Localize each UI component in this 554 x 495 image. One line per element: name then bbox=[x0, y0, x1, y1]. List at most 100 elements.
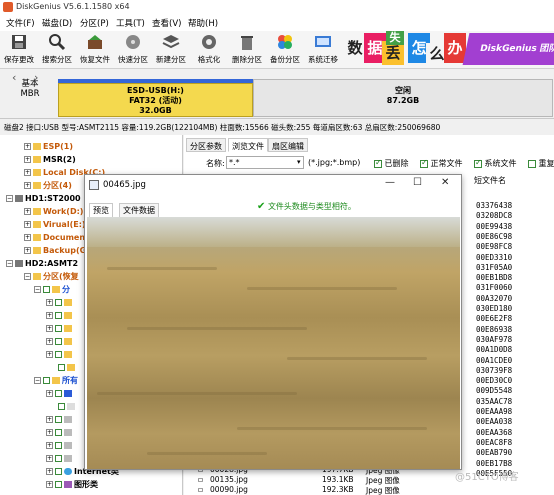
tree-checkbox[interactable] bbox=[55, 442, 62, 449]
maximize-icon[interactable]: ☐ bbox=[413, 177, 422, 188]
collapse-icon[interactable]: − bbox=[34, 286, 41, 293]
menu-disk[interactable]: 磁盘(D) bbox=[42, 17, 72, 29]
menu-tools[interactable]: 工具(T) bbox=[116, 17, 145, 29]
deleted-checkbox[interactable] bbox=[374, 158, 382, 168]
tree-checkbox[interactable] bbox=[43, 377, 50, 384]
tree-node-disk[interactable]: − HD2:ASMT2 bbox=[6, 258, 78, 270]
normal-filter[interactable]: 正常文件 bbox=[420, 158, 463, 169]
tree-checkbox[interactable] bbox=[55, 338, 62, 345]
expand-icon[interactable]: + bbox=[46, 299, 53, 306]
collapse-icon[interactable]: − bbox=[6, 260, 13, 267]
expand-icon[interactable]: + bbox=[46, 416, 53, 423]
close-icon[interactable]: ✕ bbox=[441, 177, 449, 188]
partition-block-esd[interactable]: ESD-USB(H:) FAT32 (活动) 32.0GB bbox=[58, 83, 253, 117]
tree-node[interactable]: + bbox=[46, 388, 74, 400]
free-space-block[interactable]: 空闲 87.2GB bbox=[253, 79, 553, 117]
tree-node-disk[interactable]: − HD1:ST2000 bbox=[6, 193, 81, 205]
dropdown-icon[interactable]: ▾ bbox=[297, 158, 301, 166]
format-button[interactable]: 格式化 bbox=[190, 32, 228, 68]
quick-partition-button[interactable]: 快速分区 bbox=[114, 32, 152, 68]
collapse-icon[interactable]: − bbox=[34, 377, 41, 384]
tab-preview[interactable]: 预览 bbox=[89, 203, 113, 218]
tree-checkbox[interactable] bbox=[55, 416, 62, 423]
expand-icon[interactable]: + bbox=[46, 481, 53, 488]
tree-node[interactable] bbox=[58, 401, 77, 413]
menu-view[interactable]: 查看(V) bbox=[152, 17, 181, 29]
expand-icon[interactable]: + bbox=[24, 234, 31, 241]
tree-node[interactable]: + bbox=[46, 323, 74, 335]
tree-checkbox[interactable] bbox=[55, 351, 62, 358]
tree-checkbox[interactable] bbox=[55, 429, 62, 436]
tree-node[interactable]: − 分 bbox=[34, 284, 70, 296]
tree-checkbox[interactable] bbox=[55, 481, 62, 488]
duplicate-checkbox[interactable] bbox=[528, 159, 536, 168]
tree-checkbox[interactable] bbox=[55, 312, 62, 319]
expand-icon[interactable]: + bbox=[46, 455, 53, 462]
collapse-icon[interactable]: − bbox=[6, 195, 13, 202]
tab-partition-params[interactable]: 分区参数 bbox=[186, 138, 226, 152]
backup-partition-button[interactable]: 备份分区 bbox=[266, 32, 304, 68]
tree-checkbox[interactable] bbox=[55, 299, 62, 306]
tree-node[interactable]: + MSR(2) bbox=[24, 154, 76, 166]
expand-icon[interactable]: + bbox=[24, 143, 31, 150]
file-row[interactable]: ▫ 00090.jpg 192.3KB Jpeg 图像 bbox=[198, 485, 428, 495]
tree-checkbox[interactable] bbox=[58, 364, 65, 371]
expand-icon[interactable]: + bbox=[46, 468, 53, 475]
tab-file-data[interactable]: 文件数据 bbox=[119, 203, 159, 218]
tree-node[interactable]: + bbox=[46, 336, 74, 348]
system-filter[interactable]: 系统文件 bbox=[474, 158, 517, 169]
menu-file[interactable]: 文件(F) bbox=[6, 17, 35, 29]
expand-icon[interactable]: + bbox=[46, 325, 53, 332]
expand-icon[interactable]: + bbox=[24, 156, 31, 163]
expand-icon[interactable]: + bbox=[24, 182, 31, 189]
tree-checkbox[interactable] bbox=[55, 468, 62, 475]
tree-node[interactable]: + Backup(G bbox=[24, 245, 86, 257]
tree-checkbox[interactable] bbox=[43, 286, 50, 293]
promo-banner[interactable]: 数 据 丢 失 怎 么 办 DiskGenius 团队 bbox=[316, 31, 554, 69]
file-row[interactable]: ▫ 00135.jpg 193.1KB Jpeg 图像 bbox=[198, 475, 428, 485]
nav-right-icon[interactable]: › bbox=[34, 71, 38, 84]
tree-node[interactable]: + ESP(1) bbox=[24, 141, 73, 153]
expand-icon[interactable]: + bbox=[24, 221, 31, 228]
expand-icon[interactable]: + bbox=[46, 338, 53, 345]
short-name-header[interactable]: 短文件名 bbox=[474, 175, 506, 186]
expand-icon[interactable]: + bbox=[46, 312, 53, 319]
tree-node[interactable]: + 图形类 bbox=[46, 479, 98, 491]
tree-node[interactable]: + Work(D:) bbox=[24, 206, 83, 218]
menu-partition[interactable]: 分区(P) bbox=[80, 17, 109, 29]
nav-left-icon[interactable]: ‹ bbox=[12, 71, 16, 84]
search-partition-button[interactable]: 搜索分区 bbox=[38, 32, 76, 68]
tab-sector-edit[interactable]: 扇区编辑 bbox=[268, 138, 308, 152]
tree-node[interactable]: + bbox=[46, 427, 74, 439]
menu-help[interactable]: 帮助(H) bbox=[188, 17, 218, 29]
tree-node[interactable]: + bbox=[46, 310, 74, 322]
expand-icon[interactable]: + bbox=[46, 390, 53, 397]
expand-icon[interactable]: + bbox=[46, 442, 53, 449]
new-partition-button[interactable]: 新建分区 bbox=[152, 32, 190, 68]
tree-checkbox[interactable] bbox=[55, 325, 62, 332]
tab-browse-files[interactable]: 浏览文件 bbox=[228, 138, 268, 152]
expand-icon[interactable]: + bbox=[46, 351, 53, 358]
expand-icon[interactable]: + bbox=[24, 247, 31, 254]
tree-node[interactable]: − 分区(恢复 bbox=[24, 271, 79, 283]
tree-node[interactable]: − 所有 bbox=[34, 375, 78, 387]
tree-node[interactable]: + Virual(E:) bbox=[24, 219, 86, 231]
tree-node[interactable]: + bbox=[46, 349, 74, 361]
normal-checkbox[interactable] bbox=[420, 158, 428, 168]
deleted-filter[interactable]: 已删除 bbox=[374, 158, 409, 169]
duplicate-filter[interactable]: 重复 bbox=[528, 158, 554, 169]
tree-node[interactable]: + bbox=[46, 440, 74, 452]
expand-icon[interactable]: + bbox=[24, 208, 31, 215]
expand-icon[interactable]: + bbox=[46, 429, 53, 436]
tree-node[interactable]: + bbox=[46, 414, 74, 426]
tree-node[interactable]: + bbox=[46, 453, 74, 465]
system-checkbox[interactable] bbox=[474, 158, 482, 168]
delete-partition-button[interactable]: 删除分区 bbox=[228, 32, 266, 68]
tree-checkbox[interactable] bbox=[58, 403, 65, 410]
minimize-icon[interactable]: — bbox=[385, 177, 395, 188]
tree-checkbox[interactable] bbox=[55, 390, 62, 397]
name-filter-input[interactable]: *.* bbox=[226, 156, 304, 169]
tree-node[interactable]: + Documen bbox=[24, 232, 85, 244]
tree-node[interactable] bbox=[58, 362, 77, 374]
recover-file-button[interactable]: 恢复文件 bbox=[76, 32, 114, 68]
